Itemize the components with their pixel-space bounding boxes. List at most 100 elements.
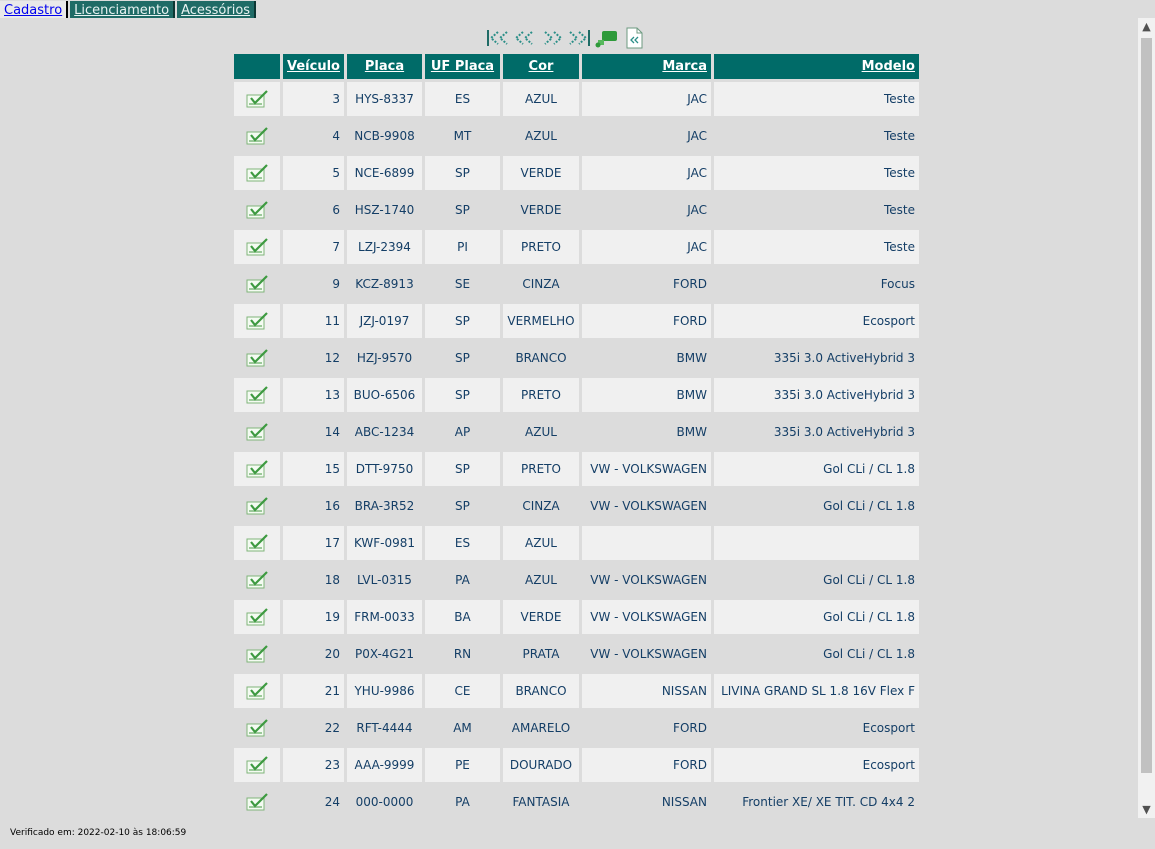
cell-marca: VW - VOLKSWAGEN [581, 637, 711, 671]
cell-placa: FRM-0033 [346, 600, 422, 634]
edit-record-icon[interactable] [244, 457, 270, 481]
edit-cell[interactable] [234, 452, 280, 486]
edit-record-icon[interactable] [244, 346, 270, 370]
edit-cell[interactable] [234, 489, 280, 523]
edit-record-icon[interactable] [244, 198, 270, 222]
edit-cell[interactable] [234, 304, 280, 338]
edit-cell[interactable] [234, 193, 280, 227]
cell-modelo: 335i 3.0 ActiveHybrid 3 [713, 378, 919, 412]
edit-cell[interactable] [234, 674, 280, 708]
col-placa-header[interactable]: Placa [346, 54, 422, 79]
cell-cor: AZUL [502, 119, 579, 153]
edit-record-icon[interactable] [244, 494, 270, 518]
col-modelo-header[interactable]: Modelo [713, 54, 919, 79]
col-veiculo-header[interactable]: Veículo [283, 54, 344, 79]
cell-veiculo: 17 [283, 526, 344, 560]
edit-record-icon[interactable] [244, 531, 270, 555]
cell-marca: FORD [581, 711, 711, 745]
edit-record-icon[interactable] [244, 383, 270, 407]
edit-record-icon[interactable] [244, 642, 270, 666]
edit-record-icon[interactable] [244, 568, 270, 592]
scroll-down-icon[interactable]: ▼ [1138, 801, 1155, 818]
edit-record-icon[interactable] [244, 161, 270, 185]
first-page-icon[interactable] [485, 28, 511, 48]
edit-cell[interactable] [234, 82, 280, 116]
cell-cor: PRETO [502, 230, 579, 264]
cell-uf: PA [424, 785, 500, 819]
cell-uf: PA [424, 563, 500, 597]
col-uf-header[interactable]: UF Placa [424, 54, 500, 79]
scroll-up-icon[interactable]: ▲ [1138, 18, 1155, 35]
document-export-icon[interactable] [625, 27, 643, 49]
edit-cell[interactable] [234, 748, 280, 782]
table-row: 11 JZJ-0197 SP VERMELHO FORD Ecosport [234, 304, 919, 338]
cell-modelo: Teste [713, 193, 919, 227]
col-cor-header[interactable]: Cor [502, 54, 579, 79]
cell-marca [581, 526, 711, 560]
edit-record-icon[interactable] [244, 679, 270, 703]
cell-placa: BRA-3R52 [346, 489, 422, 523]
cell-placa: 000-0000 [346, 785, 422, 819]
edit-cell[interactable] [234, 156, 280, 190]
edit-cell[interactable] [234, 711, 280, 745]
edit-cell[interactable] [234, 119, 280, 153]
edit-record-icon[interactable] [244, 272, 270, 296]
cell-cor: BRANCO [502, 674, 579, 708]
scrollbar-thumb[interactable] [1141, 38, 1152, 773]
cell-uf: PE [424, 748, 500, 782]
cell-modelo: Gol CLi / CL 1.8 [713, 489, 919, 523]
cell-cor: VERMELHO [502, 304, 579, 338]
cell-uf: BA [424, 600, 500, 634]
edit-record-icon[interactable] [244, 420, 270, 444]
vehicles-table: Veículo Placa UF Placa Cor Marca Modelo … [231, 51, 922, 822]
cell-marca: JAC [581, 230, 711, 264]
cell-placa: P0X-4G21 [346, 637, 422, 671]
edit-cell[interactable] [234, 637, 280, 671]
edit-record-icon[interactable] [244, 87, 270, 111]
cell-veiculo: 14 [283, 415, 344, 449]
cell-veiculo: 20 [283, 637, 344, 671]
col-marca-header[interactable]: Marca [581, 54, 711, 79]
previous-page-icon[interactable] [512, 28, 538, 48]
last-page-icon[interactable] [566, 28, 592, 48]
next-page-icon[interactable] [539, 28, 565, 48]
edit-record-icon[interactable] [244, 753, 270, 777]
cell-veiculo: 13 [283, 378, 344, 412]
edit-cell[interactable] [234, 378, 280, 412]
cell-uf: SP [424, 378, 500, 412]
edit-record-icon[interactable] [244, 124, 270, 148]
cell-veiculo: 15 [283, 452, 344, 486]
cell-uf: SP [424, 341, 500, 375]
edit-record-icon[interactable] [244, 716, 270, 740]
edit-cell[interactable] [234, 341, 280, 375]
edit-cell[interactable] [234, 785, 280, 819]
cell-placa: DTT-9750 [346, 452, 422, 486]
cell-marca: BMW [581, 415, 711, 449]
cell-uf: SP [424, 304, 500, 338]
pagination-toolbar [485, 27, 643, 49]
cell-veiculo: 16 [283, 489, 344, 523]
edit-record-icon[interactable] [244, 790, 270, 814]
cell-modelo: Gol CLi / CL 1.8 [713, 600, 919, 634]
cell-marca: VW - VOLKSWAGEN [581, 600, 711, 634]
vertical-scrollbar[interactable]: ▲ ▼ [1138, 18, 1155, 818]
table-row: 24 000-0000 PA FANTASIA NISSAN Frontier XE/ X… [234, 785, 919, 819]
edit-cell[interactable] [234, 563, 280, 597]
cell-modelo: Focus [713, 267, 919, 301]
cell-placa: LVL-0315 [346, 563, 422, 597]
add-record-icon[interactable] [593, 28, 619, 48]
cell-uf: ES [424, 526, 500, 560]
edit-cell[interactable] [234, 526, 280, 560]
edit-cell[interactable] [234, 600, 280, 634]
table-row: 12 HZJ-9570 SP BRANCO BMW 335i 3.0 ActiveHybr… [234, 341, 919, 375]
cell-veiculo: 21 [283, 674, 344, 708]
cell-veiculo: 19 [283, 600, 344, 634]
edit-cell[interactable] [234, 415, 280, 449]
cell-veiculo: 18 [283, 563, 344, 597]
cell-veiculo: 12 [283, 341, 344, 375]
edit-record-icon[interactable] [244, 605, 270, 629]
edit-record-icon[interactable] [244, 309, 270, 333]
edit-cell[interactable] [234, 267, 280, 301]
edit-cell[interactable] [234, 230, 280, 264]
edit-record-icon[interactable] [244, 235, 270, 259]
